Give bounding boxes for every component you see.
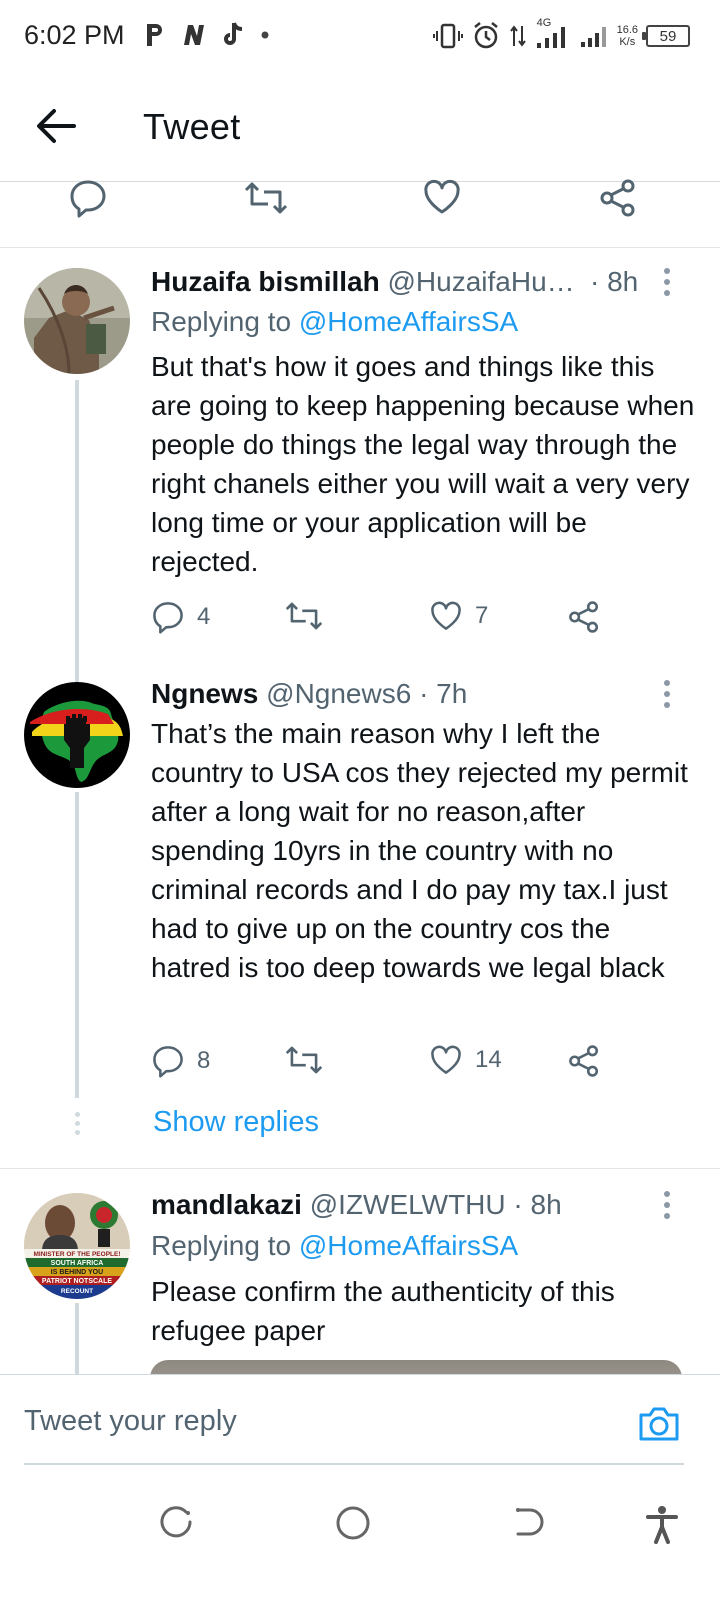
p-icon (147, 24, 162, 46)
tweet-text: That’s the main reason why I left the co… (151, 718, 688, 983)
more-options-icon[interactable] (663, 680, 671, 710)
share-button[interactable] (567, 1044, 601, 1078)
author-name[interactable]: Huzaifa bismillah (151, 266, 380, 297)
retweet-button[interactable] (285, 600, 323, 632)
dot-icon (261, 31, 269, 39)
reply-icon (153, 1046, 183, 1078)
tiktok-icon (224, 22, 243, 45)
thread-line (75, 1303, 79, 1374)
like-icon (431, 1045, 461, 1074)
page-title: Tweet (143, 106, 241, 147)
retweet-icon (285, 1046, 323, 1074)
like-button[interactable]: 14 (429, 1044, 502, 1076)
thread-line (75, 658, 79, 682)
tweet-item[interactable]: Huzaifa bismillah @HuzaifaHu… · 8h Reply… (0, 248, 720, 658)
tweet-item[interactable]: MINISTER OF THE PEOPLE! SOUTH AFRICA IS … (0, 1169, 720, 1374)
avatar-caption-5: RECOUNT (61, 1288, 93, 1295)
thread-line (75, 792, 79, 1098)
tweet-item[interactable]: Ngnews @Ngnews6 · 7h That’s the main rea… (0, 658, 720, 1098)
like-icon (431, 601, 461, 630)
more-options-icon[interactable] (663, 268, 671, 298)
notification-icons (144, 18, 270, 52)
retweet-icon[interactable] (244, 180, 288, 216)
avatar-caption-3: IS BEHIND YOU (51, 1269, 103, 1276)
mention-link[interactable]: @HomeAffairsSA (299, 1230, 518, 1261)
battery-icon: 59 (642, 25, 690, 47)
share-icon[interactable] (598, 178, 638, 218)
input-underline (24, 1463, 684, 1465)
like-icon[interactable] (422, 178, 462, 216)
system-nav-bar (0, 1480, 720, 1600)
tweet-time: · 8h (590, 266, 639, 297)
retweet-icon (285, 602, 323, 630)
thread-ellipsis-icon (73, 1112, 81, 1138)
signal-4g-icon: 4G (535, 17, 571, 51)
status-time: 6:02 PM (24, 20, 125, 50)
show-replies-link[interactable]: Show replies (153, 1106, 319, 1139)
share-icon (569, 601, 599, 633)
status-bar: 6:02 PM 4G 16.6 K/s 59 (0, 0, 720, 70)
home-icon[interactable] (334, 1504, 372, 1542)
net-speed: 16.6 K/s (616, 24, 638, 48)
replying-to: Replying to @HomeAffairsSA (151, 306, 519, 337)
data-arrows-icon (509, 25, 526, 47)
like-button[interactable]: 7 (429, 600, 488, 632)
author-handle[interactable]: @HuzaifaHu… (388, 266, 575, 297)
author-handle[interactable]: @Ngnews6 · 7h (266, 678, 467, 709)
back-arrow-icon[interactable] (34, 106, 78, 146)
reply-input[interactable]: Tweet your reply (24, 1405, 237, 1438)
reply-count: 8 (197, 1047, 211, 1074)
tweet-actions: 8 14 (151, 1044, 671, 1084)
mention-link[interactable]: @HomeAffairsSA (299, 306, 518, 337)
author-name[interactable]: Ngnews (151, 678, 258, 709)
reply-icon[interactable] (68, 178, 108, 218)
n-icon (184, 25, 204, 45)
avatar[interactable] (24, 268, 130, 374)
author-name[interactable]: mandlakazi (151, 1189, 302, 1220)
signal-icon (580, 27, 606, 47)
avatar[interactable] (24, 682, 130, 788)
author-handle[interactable]: @IZWELWTHU · 8h (310, 1189, 562, 1220)
recents-icon[interactable] (158, 1504, 194, 1540)
tweet-text: Please confirm the authenticity of this … (151, 1276, 615, 1346)
reply-composer: Tweet your reply (0, 1374, 720, 1470)
reply-button[interactable]: 4 (151, 600, 210, 634)
more-options-icon[interactable] (663, 1191, 671, 1221)
back-nav-icon[interactable] (510, 1504, 546, 1540)
vibrate-icon (432, 23, 463, 49)
reply-icon (153, 602, 183, 634)
thread-line (75, 380, 79, 658)
avatar-caption-1: MINISTER OF THE PEOPLE! (33, 1251, 120, 1258)
avatar[interactable]: MINISTER OF THE PEOPLE! SOUTH AFRICA IS … (24, 1193, 130, 1299)
camera-icon[interactable] (637, 1403, 681, 1443)
share-icon (569, 1045, 599, 1077)
retweet-button[interactable] (285, 1044, 323, 1076)
like-count: 7 (475, 602, 489, 629)
reply-count: 4 (197, 603, 211, 630)
main-tweet-actions (0, 179, 720, 248)
share-button[interactable] (567, 600, 601, 634)
reply-button[interactable]: 8 (151, 1044, 210, 1078)
tweet-text: But that's how it goes and things like t… (151, 351, 695, 577)
replying-to: Replying to @HomeAffairsSA (151, 1230, 519, 1261)
top-app-bar: Tweet (0, 70, 720, 182)
status-right: 4G 16.6 K/s 59 (432, 16, 690, 56)
avatar-caption-2: SOUTH AFRICA (51, 1260, 104, 1267)
like-count: 14 (475, 1046, 502, 1073)
alarm-icon (473, 22, 498, 49)
accessibility-icon[interactable] (644, 1504, 680, 1544)
avatar-caption-4: PATRIOT NOTSCALE (42, 1278, 112, 1285)
tweet-actions: 4 7 (151, 600, 671, 640)
